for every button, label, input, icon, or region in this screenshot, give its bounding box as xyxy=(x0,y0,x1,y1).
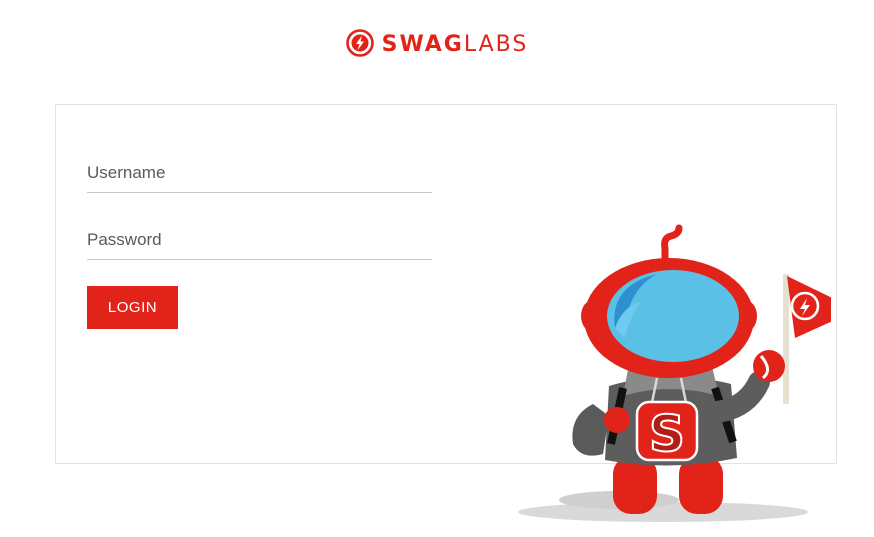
login-button[interactable]: LOGIN xyxy=(87,286,178,329)
header: SWAGLABS xyxy=(0,28,874,62)
robot-mascot-illustration: S xyxy=(511,220,857,537)
username-input[interactable] xyxy=(87,153,432,193)
lightning-bolt-icon xyxy=(345,28,374,62)
password-input[interactable] xyxy=(87,220,432,260)
login-card: LOGIN S xyxy=(55,104,857,522)
swag-labs-logo: SWAGLABS xyxy=(345,28,529,62)
svg-text:S: S xyxy=(649,405,685,463)
brand-name-bold: SWAG xyxy=(381,32,464,57)
brand-name: SWAGLABS xyxy=(382,34,529,56)
brand-name-light: LABS xyxy=(463,32,529,57)
